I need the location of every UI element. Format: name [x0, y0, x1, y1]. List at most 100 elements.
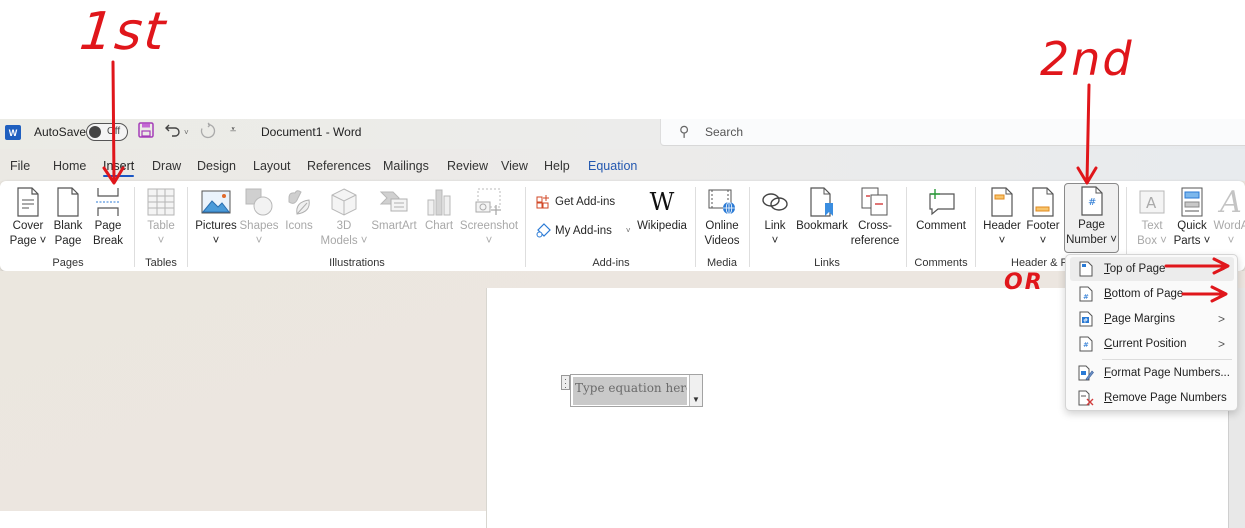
tab-file[interactable]: File — [10, 159, 30, 173]
link-caret: ˅ — [771, 234, 779, 247]
chart-icon — [421, 185, 457, 219]
blank-page-button[interactable]: Blank Page — [50, 185, 86, 248]
footer-button[interactable]: Footer ˅ — [1024, 185, 1062, 248]
text-box-icon: A — [1134, 185, 1170, 219]
svg-text:A: A — [1146, 194, 1157, 212]
customize-quick-access-icon[interactable]: ⩡ — [230, 124, 236, 137]
menu-item-top-of-page[interactable]: Top of Page > — [1070, 257, 1234, 281]
menu-item-page-margins[interactable]: # Page Margins > — [1070, 307, 1234, 331]
separator — [525, 187, 526, 267]
footer-label: Footer — [1026, 220, 1060, 232]
autosave-toggle[interactable]: Off — [86, 123, 128, 141]
menu-item-label: Format Page Numbers... — [1104, 367, 1230, 379]
wikipedia-button[interactable]: W Wikipedia — [634, 185, 690, 234]
quick-parts-button[interactable]: Quick Parts ˅ — [1173, 185, 1211, 248]
smartart-button[interactable]: SmartArt — [370, 185, 418, 234]
header-button[interactable]: Header ˅ — [983, 185, 1021, 248]
get-addins-label: Get Add-ins — [555, 195, 616, 208]
wordart-icon: A — [1220, 185, 1242, 220]
comment-button[interactable]: Comment — [914, 185, 968, 234]
tab-insert[interactable]: Insert — [103, 159, 135, 177]
group-label-links: Links — [814, 257, 840, 269]
tab-help[interactable]: Help — [544, 159, 570, 173]
undo-dropdown-icon[interactable]: ˅ — [184, 128, 189, 137]
bookmark-button[interactable]: Bookmark — [796, 185, 848, 234]
header-label: Header — [983, 220, 1021, 232]
get-addins-button[interactable]: Get Add-ins — [535, 194, 615, 209]
menu-item-bottom-of-page[interactable]: # Bottom of Page > — [1070, 282, 1234, 306]
word-icon: W — [5, 125, 21, 140]
cover-page-label-2: Page ˅ — [9, 234, 47, 247]
save-icon[interactable] — [138, 122, 154, 142]
wordart-caret: ˅ — [1227, 234, 1235, 247]
menu-item-format-page-numbers[interactable]: Format Page Numbers... — [1070, 361, 1234, 385]
equation-move-handle[interactable]: · · · — [561, 375, 570, 392]
equation-options-dropdown[interactable]: ▼ — [689, 375, 702, 406]
tab-draw[interactable]: Draw — [152, 159, 181, 173]
comment-label: Comment — [916, 220, 966, 232]
header-icon — [984, 185, 1020, 219]
shapes-label: Shapes — [239, 220, 279, 232]
tab-equation[interactable]: Equation — [588, 159, 637, 173]
menu-item-label: Page Margins — [1104, 313, 1175, 325]
quick-parts-label-2: Parts ˅ — [1173, 234, 1211, 247]
3d-models-button[interactable]: 3D Models ˅ — [321, 185, 368, 248]
link-icon — [757, 185, 793, 219]
search-placeholder: Search — [705, 125, 744, 139]
pictures-button[interactable]: Pictures ˅ — [194, 185, 238, 248]
format-page-numbers-icon — [1074, 365, 1098, 381]
undo-icon[interactable] — [164, 121, 182, 143]
separator — [187, 187, 188, 267]
menu-item-remove-page-numbers[interactable]: Remove Page Numbers — [1070, 386, 1234, 410]
ribbon-insert: Cover Page ˅ Blank Page Page Break Pages… — [0, 181, 1245, 271]
page-number-button[interactable]: # Page Number ˅ — [1064, 183, 1119, 253]
chart-button[interactable]: Chart — [421, 185, 457, 234]
my-addins-dropdown-icon[interactable]: ˅ — [626, 226, 631, 235]
bookmark-icon — [804, 185, 840, 219]
word-window: W AutoSave Off ˅ ⩡ Document1 - Word ⚲ Se… — [0, 119, 1245, 528]
shapes-button[interactable]: Shapes ˅ — [239, 185, 279, 248]
tab-review[interactable]: Review — [447, 159, 488, 173]
tab-layout[interactable]: Layout — [253, 159, 291, 173]
3d-models-icon — [326, 185, 362, 219]
chart-label: Chart — [424, 220, 454, 232]
group-label-illustrations: Illustrations — [329, 257, 385, 269]
table-button[interactable]: Table ˅ — [143, 185, 179, 248]
cross-reference-label-2: reference — [850, 234, 900, 247]
table-caret: ˅ — [157, 234, 165, 247]
redo-icon[interactable] — [199, 122, 217, 144]
smartart-icon — [376, 185, 412, 219]
ribbon-tabs: File Home Insert Draw Design Layout Refe… — [0, 149, 1245, 181]
menu-item-label: Bottom of Page — [1104, 288, 1184, 300]
group-label-comments: Comments — [914, 257, 968, 269]
tab-references[interactable]: References — [307, 159, 371, 173]
menu-item-current-position[interactable]: # Current Position > — [1070, 332, 1234, 356]
search-box[interactable]: ⚲ Search — [660, 119, 1245, 146]
tab-mailings[interactable]: Mailings — [383, 159, 429, 173]
tab-home[interactable]: Home — [53, 159, 86, 173]
cover-page-label-1: Cover — [12, 220, 44, 232]
my-addins-button[interactable]: My Add-ins ˅ — [535, 223, 631, 238]
autosave-state: Off — [107, 126, 121, 137]
annotation-second-step: 2nd — [1040, 32, 1134, 86]
table-icon — [143, 185, 179, 219]
tab-design[interactable]: Design — [197, 159, 236, 173]
equation-box[interactable]: Type equation here. ▼ — [570, 374, 703, 407]
equation-placeholder[interactable]: Type equation here. — [573, 377, 687, 405]
online-videos-label-2: Videos — [704, 234, 740, 247]
table-label: Table — [147, 220, 175, 232]
online-videos-button[interactable]: Online Videos — [702, 185, 742, 248]
quick-parts-label-1: Quick — [1177, 220, 1207, 232]
page-number-menu: Top of Page > # Bottom of Page > # Page … — [1065, 254, 1238, 411]
wordart-button[interactable]: A WordA ˅ — [1213, 185, 1245, 248]
cross-reference-button[interactable]: Cross- reference — [850, 185, 900, 248]
page-break-button[interactable]: Page Break — [90, 185, 126, 248]
screenshot-button[interactable]: Screenshot ˅ — [460, 185, 518, 248]
page-number-label-2: Number ˅ — [1066, 233, 1117, 246]
text-box-button[interactable]: A Text Box ˅ — [1134, 185, 1170, 248]
link-button[interactable]: Link ˅ — [757, 185, 793, 248]
tab-view[interactable]: View — [501, 159, 528, 173]
cross-reference-icon — [857, 185, 893, 219]
cover-page-button[interactable]: Cover Page ˅ — [8, 185, 48, 248]
icons-button[interactable]: Icons — [281, 185, 317, 234]
